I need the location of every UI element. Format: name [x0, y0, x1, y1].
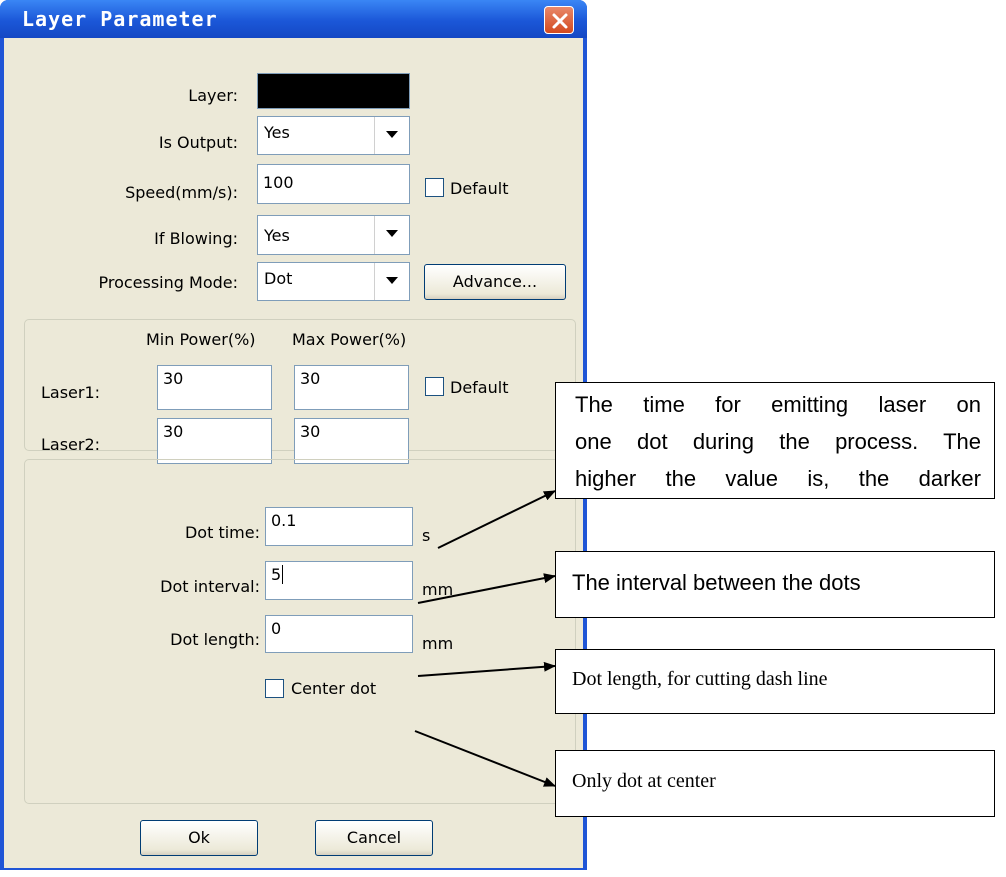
dot-interval-arrow [417, 573, 556, 604]
annotation-arrows [414, 490, 556, 787]
dot-time-arrow [437, 490, 556, 549]
dot-length-arrow [417, 661, 556, 677]
center-dot-arrow [414, 730, 556, 787]
